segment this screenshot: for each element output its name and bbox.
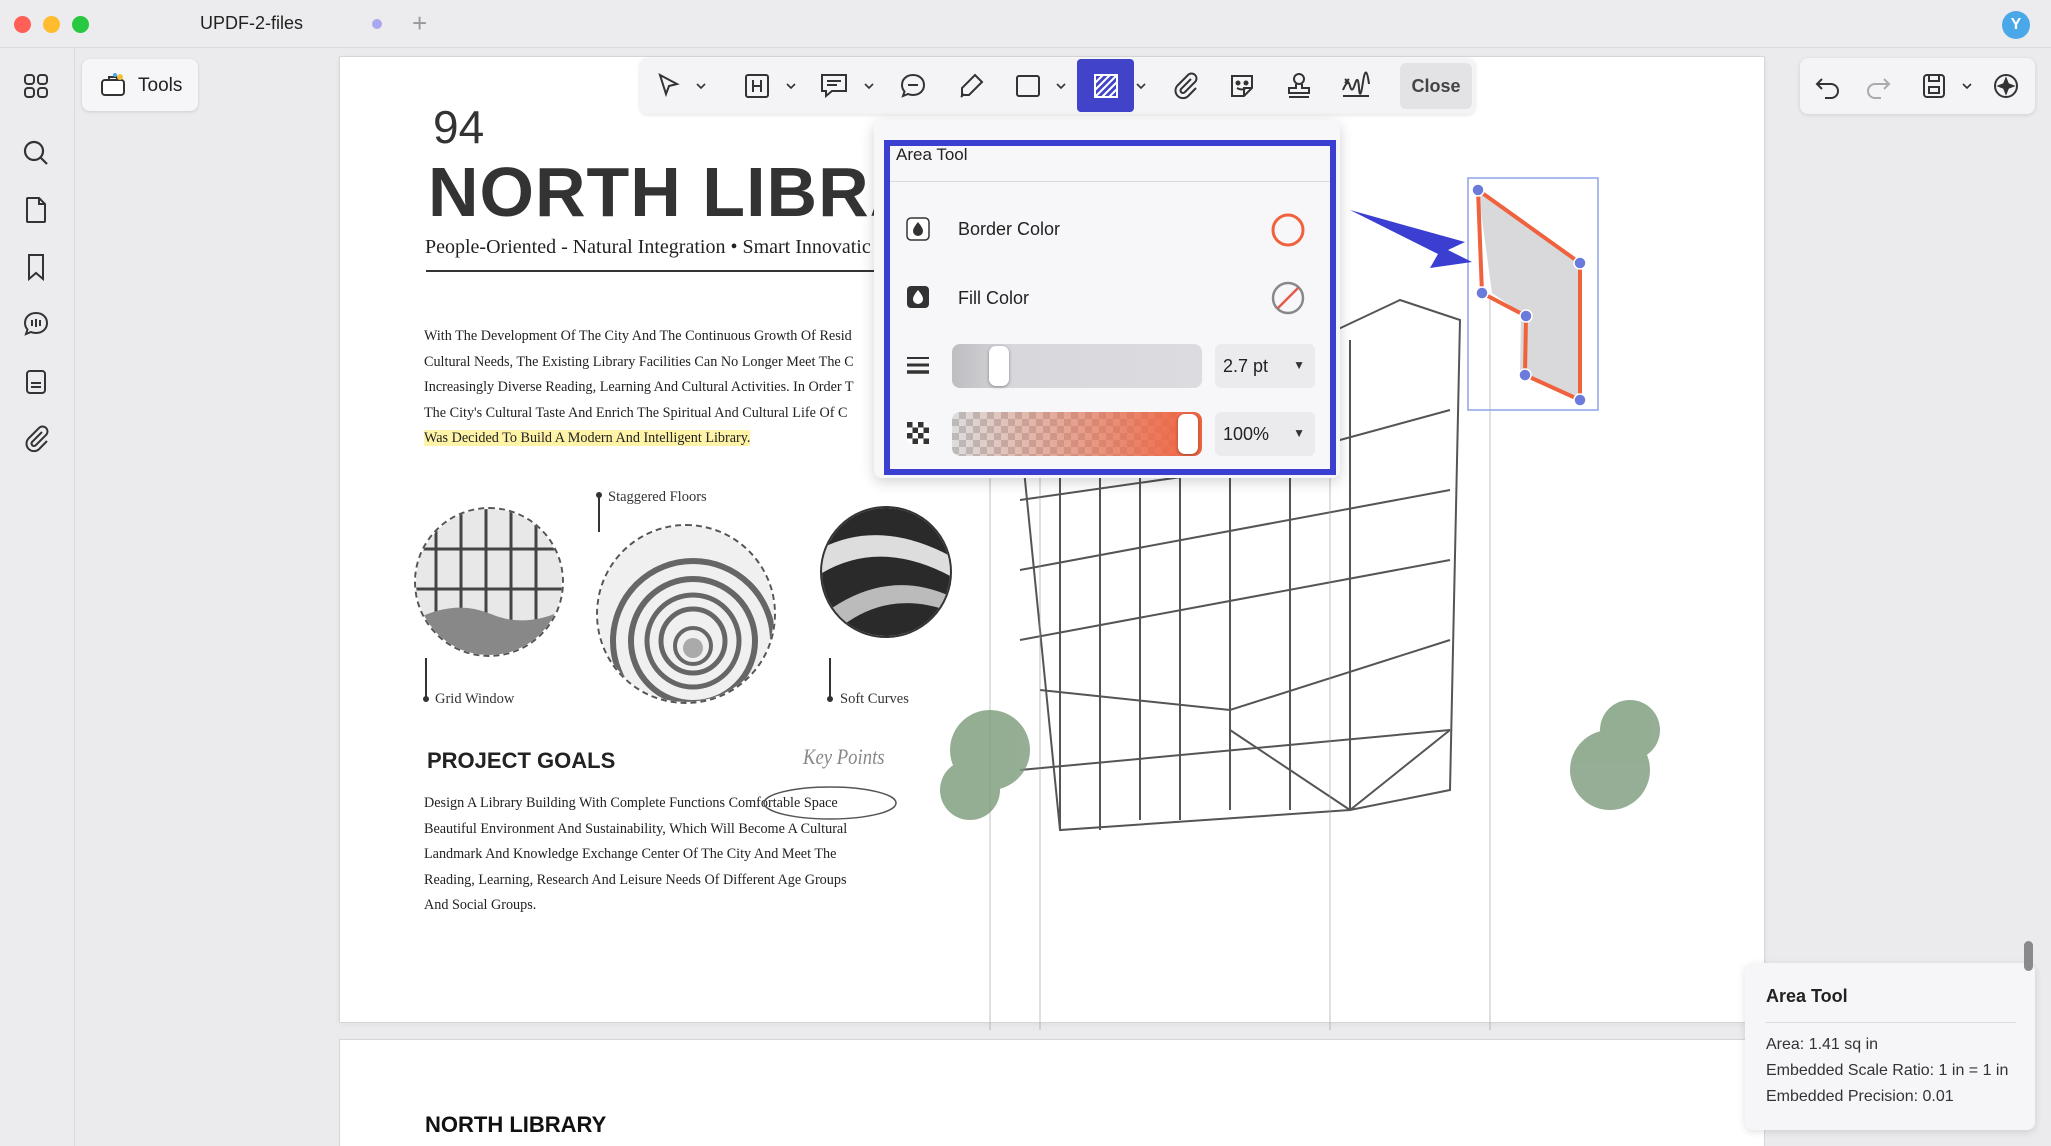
stroke-width-slider[interactable] — [952, 344, 1202, 388]
intro-line-highlighted: Was Decided To Build A Modern And Intell… — [424, 426, 894, 452]
caption-leader — [598, 495, 600, 532]
opacity-gradient — [952, 412, 1202, 456]
title-divider — [426, 270, 874, 272]
ai-assistant-icon[interactable] — [1990, 70, 2022, 102]
intro-line: Cultural Needs, The Existing Library Fac… — [424, 353, 854, 370]
attachment-icon[interactable] — [20, 423, 52, 455]
bookmark-icon[interactable] — [20, 251, 52, 283]
stroke-width-select[interactable]: 2.7 pt ▼ — [1215, 344, 1315, 388]
border-color-label: Border Color — [958, 219, 1061, 239]
key-points-label: Key Points — [803, 744, 885, 769]
caption-soft-curves: Soft Curves — [840, 691, 909, 707]
page-icon[interactable] — [20, 194, 52, 226]
caret-down-icon: ▼ — [1293, 358, 1305, 372]
stroke-width-icon — [905, 352, 931, 378]
rectangle-shape-icon[interactable] — [1012, 70, 1044, 102]
fill-color-drop-icon — [905, 284, 931, 310]
minimize-window-button[interactable] — [43, 16, 60, 33]
info-card-title: Area Tool — [1766, 986, 1848, 1006]
left-sidebar — [0, 48, 75, 1146]
highlight-text-icon[interactable] — [741, 70, 773, 102]
grid-window-photo — [414, 507, 564, 657]
comment-bubble-icon[interactable] — [897, 70, 929, 102]
fill-color-label: Fill Color — [958, 288, 1030, 308]
caret-down-icon: ▼ — [1293, 426, 1305, 440]
intro-line: The City's Cultural Taste And Enrich The… — [424, 404, 848, 421]
project-goals-heading: PROJECT GOALS — [427, 748, 616, 773]
caption-leader — [829, 658, 831, 698]
intro-line: With The Development Of The City And The… — [424, 328, 852, 344]
border-color-swatch[interactable] — [1270, 212, 1306, 248]
redo-icon[interactable] — [1862, 70, 1894, 102]
page-subtitle: People-Oriented - Natural Integration • … — [425, 236, 871, 258]
search-icon[interactable] — [20, 137, 52, 169]
area-value: Area: 1.41 sq in — [1766, 1036, 1879, 1053]
area-measurement-annotation[interactable] — [1330, 170, 1620, 420]
caption-grid-window: Grid Window — [435, 691, 515, 707]
popup-divider — [890, 181, 1330, 182]
opacity-value: 100% — [1223, 424, 1270, 444]
user-avatar[interactable]: Y — [2002, 11, 2030, 39]
grid-icon[interactable] — [20, 70, 52, 102]
chevron-down-icon[interactable] — [864, 82, 874, 90]
popup-title: Area Tool — [896, 145, 968, 164]
document-scrollbar[interactable] — [2024, 941, 2033, 971]
border-color-drop-icon — [905, 216, 931, 242]
form-icon[interactable] — [20, 366, 52, 398]
chevron-down-icon[interactable] — [1962, 82, 1972, 90]
chevron-down-icon[interactable] — [1056, 82, 1066, 90]
right-toolbar — [1800, 58, 2035, 114]
pencil-icon[interactable] — [955, 70, 987, 102]
goals-line: Reading, Learning, Research And Leisure … — [424, 871, 847, 888]
precision-value: Embedded Precision: 0.01 — [1766, 1088, 1954, 1105]
slider-thumb[interactable] — [989, 346, 1010, 386]
caption-marker-icon — [827, 696, 833, 702]
goals-line: Landmark And Knowledge Exchange Center O… — [424, 846, 837, 862]
chevron-down-icon[interactable] — [786, 82, 796, 90]
fill-color-swatch-none[interactable] — [1270, 280, 1306, 316]
goals-line: And Social Groups. — [424, 897, 537, 913]
tab-unsaved-dot-icon — [372, 19, 382, 29]
area-tool-icon[interactable] — [1090, 70, 1122, 102]
document-tab-title[interactable]: UPDF-2-files — [200, 13, 303, 34]
maximize-window-button[interactable] — [72, 16, 89, 33]
caption-staggered-floors: Staggered Floors — [608, 489, 707, 505]
page2-heading: NORTH LIBRARY — [425, 1112, 607, 1137]
page-title: NORTH LIBRA — [428, 153, 922, 231]
tools-button[interactable]: Tools — [82, 59, 198, 111]
save-icon[interactable] — [1918, 70, 1950, 102]
stamp-icon[interactable] — [1283, 70, 1315, 102]
chevron-down-icon[interactable] — [696, 82, 706, 90]
chevron-down-icon[interactable] — [1136, 82, 1146, 90]
title-bar: UPDF-2-files + Y — [0, 0, 2051, 48]
opacity-checker-icon — [905, 420, 931, 446]
close-window-button[interactable] — [14, 16, 31, 33]
info-card-divider — [1766, 1022, 2016, 1023]
select-arrow-icon[interactable] — [652, 70, 684, 102]
toolbox-icon — [100, 72, 126, 98]
scale-ratio-value: Embedded Scale Ratio: 1 in = 1 in — [1766, 1062, 2009, 1079]
comment-icon[interactable] — [20, 308, 52, 340]
opacity-select[interactable]: 100% ▼ — [1215, 412, 1315, 456]
stroke-width-value: 2.7 pt — [1223, 356, 1269, 376]
opacity-slider[interactable] — [952, 412, 1202, 456]
caption-leader — [425, 658, 427, 698]
intro-paragraph: With The Development Of The City And The… — [424, 324, 894, 452]
slider-thumb[interactable] — [1178, 414, 1198, 454]
tools-label: Tools — [138, 75, 183, 96]
highlight-annotation[interactable]: Was Decided To Build A Modern And Intell… — [424, 430, 751, 446]
attachment-icon[interactable] — [1169, 70, 1201, 102]
page-number: 94 — [433, 101, 485, 153]
caption-marker-icon — [423, 696, 429, 702]
new-tab-button[interactable]: + — [412, 8, 427, 39]
sticky-note-icon[interactable] — [818, 70, 850, 102]
close-toolbar-button[interactable]: Close — [1400, 63, 1472, 109]
sticker-icon[interactable] — [1226, 70, 1258, 102]
staggered-floors-photo — [596, 524, 776, 704]
intro-line: Increasingly Diverse Reading, Learning A… — [424, 379, 854, 395]
undo-icon[interactable] — [1812, 70, 1844, 102]
signature-icon[interactable] — [1340, 70, 1372, 102]
ellipse-annotation[interactable] — [760, 783, 900, 823]
